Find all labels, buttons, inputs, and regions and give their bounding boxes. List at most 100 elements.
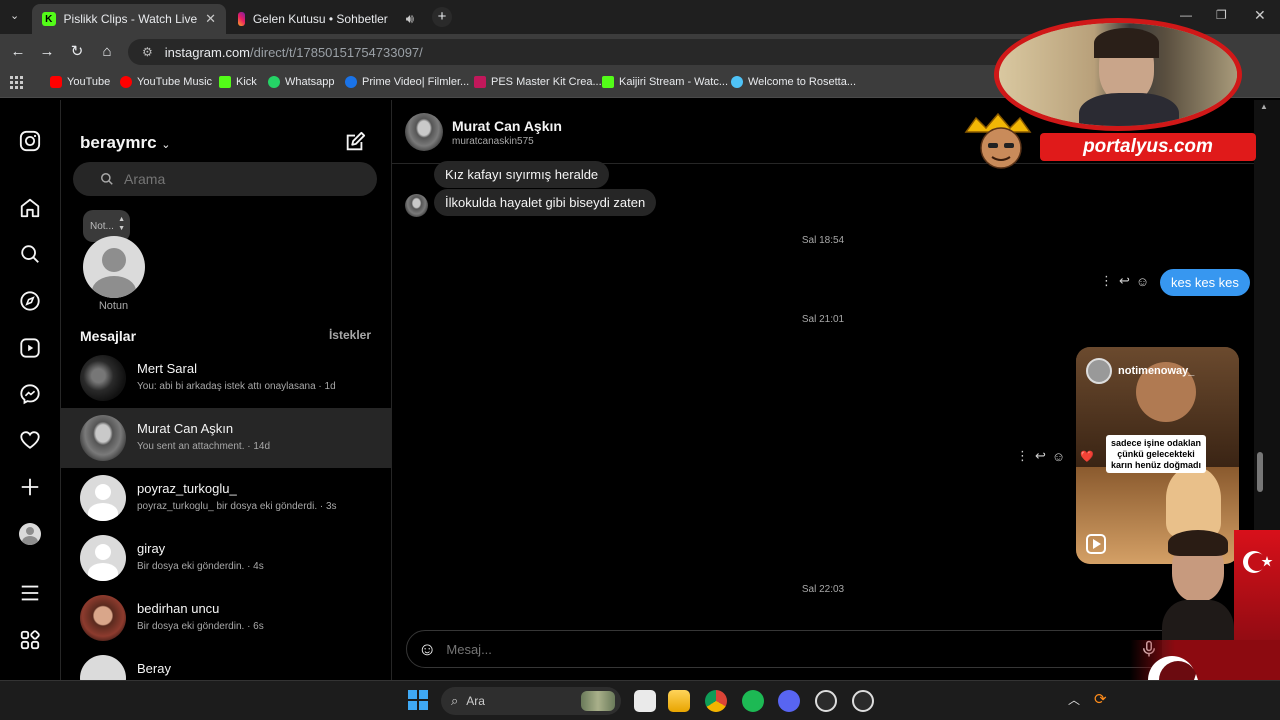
message-timestamp: Sal 22:03 bbox=[801, 584, 845, 595]
discord-icon[interactable] bbox=[778, 690, 800, 712]
incoming-message: Kız kafayı sıyırmış heralde bbox=[434, 161, 610, 188]
media-player-icon[interactable] bbox=[852, 690, 874, 712]
new-tab-button[interactable]: + bbox=[432, 7, 452, 27]
obs-icon[interactable] bbox=[815, 690, 837, 712]
minimize-icon[interactable]: — bbox=[1180, 8, 1192, 22]
close-window-icon[interactable]: ✕ bbox=[1254, 7, 1266, 24]
chat-contact-name[interactable]: Murat Can Aşkın bbox=[452, 118, 562, 134]
tab-title: Gelen Kutusu • Sohbetler bbox=[252, 12, 388, 26]
rosetta-icon bbox=[731, 76, 743, 88]
message-actions: ⋮ ↩ ☺ bbox=[1100, 273, 1149, 289]
bookmark-youtube[interactable]: YouTube bbox=[50, 76, 110, 88]
url-field[interactable]: ⚙ instagram.com/direct/t/178501517547330… bbox=[128, 39, 1128, 65]
explore-icon[interactable] bbox=[19, 290, 41, 312]
speaker-icon[interactable]: 🔊︎ bbox=[406, 11, 414, 27]
message-timestamp: Sal 18:54 bbox=[801, 235, 845, 246]
conversation-item[interactable]: poyraz_turkoglu_ poyraz_turkoglu_ bir do… bbox=[61, 468, 392, 528]
threads-grid-icon[interactable] bbox=[19, 629, 41, 651]
scroll-thumb[interactable] bbox=[1257, 452, 1263, 492]
taskbar-search[interactable]: ⌕ Ara bbox=[441, 687, 621, 715]
chevron-down-icon: ⌄ bbox=[161, 139, 171, 151]
new-message-icon[interactable] bbox=[344, 131, 366, 153]
tab-kick[interactable]: K Pislikk Clips - Watch Live on Kic ✕ bbox=[32, 4, 226, 34]
apps-grid-icon[interactable] bbox=[10, 76, 23, 89]
task-view-icon[interactable] bbox=[634, 690, 656, 712]
reels-icon[interactable] bbox=[19, 337, 41, 359]
reload-icon[interactable]: ↻ bbox=[68, 43, 86, 61]
avatar[interactable] bbox=[405, 113, 443, 151]
home-icon[interactable] bbox=[19, 197, 41, 219]
conversation-preview: You sent an attachment. · 14d bbox=[137, 441, 271, 452]
react-emoji-icon[interactable]: ☺ bbox=[1136, 274, 1149, 289]
bookmark-pes-master[interactable]: PES Master Kit Crea... bbox=[474, 76, 602, 88]
bookmark-rosetta[interactable]: Welcome to Rosetta... bbox=[731, 76, 856, 88]
bookmark-kaijiri[interactable]: Kaijiri Stream - Watc... bbox=[602, 76, 728, 88]
maximize-icon[interactable]: ❐ bbox=[1216, 8, 1227, 22]
site-info-icon[interactable]: ⚙ bbox=[142, 45, 153, 59]
reply-icon[interactable]: ↩ bbox=[1119, 273, 1130, 289]
close-icon[interactable]: ✕ bbox=[205, 11, 216, 27]
tab-title: Pislikk Clips - Watch Live on Kic bbox=[63, 12, 198, 26]
system-tray-chevron-icon[interactable]: ︿ bbox=[1068, 691, 1080, 708]
home-icon[interactable]: ⌂ bbox=[98, 43, 116, 61]
tab-instagram[interactable]: Gelen Kutusu • Sohbetler 🔊︎ bbox=[228, 4, 424, 34]
conversation-item[interactable]: bedirhan uncu Bir dosya eki gönderdin. ·… bbox=[61, 588, 392, 648]
message-input[interactable] bbox=[446, 641, 1097, 657]
menu-icon[interactable] bbox=[19, 582, 41, 604]
instagram-logo-icon[interactable] bbox=[19, 130, 41, 152]
chrome-icon[interactable] bbox=[705, 690, 727, 712]
messenger-icon[interactable] bbox=[19, 383, 41, 405]
search-highlight-icon bbox=[581, 691, 615, 711]
reply-icon[interactable]: ↩ bbox=[1035, 448, 1046, 464]
scroll-up-icon[interactable]: ▲ bbox=[1260, 102, 1268, 111]
forward-icon[interactable]: → bbox=[38, 43, 56, 61]
tab-list-dropdown-icon[interactable]: ⌄ bbox=[10, 9, 24, 23]
heart-icon[interactable] bbox=[19, 429, 41, 451]
url-host: instagram.com bbox=[164, 44, 251, 60]
requests-link[interactable]: İstekler bbox=[329, 328, 371, 342]
outgoing-message: kes kes kes bbox=[1160, 269, 1250, 296]
kick-icon bbox=[219, 76, 231, 88]
more-options-icon[interactable]: ⋮ bbox=[1016, 448, 1029, 464]
avatar bbox=[1086, 358, 1112, 384]
conversation-name: Beray bbox=[137, 661, 171, 676]
bookmark-kick[interactable]: Kick bbox=[219, 76, 257, 88]
chat-contact-handle: muratcanaskin575 bbox=[452, 136, 534, 147]
search-box[interactable] bbox=[73, 162, 377, 196]
profile-avatar[interactable] bbox=[19, 523, 41, 545]
conversation-item[interactable]: Mert Saral You: abi bi arkadaş istek att… bbox=[61, 348, 392, 408]
conversation-item[interactable]: Beray bbox=[61, 648, 392, 680]
conversation-item[interactable]: Murat Can Aşkın You sent an attachment. … bbox=[61, 408, 392, 468]
sync-icon[interactable]: ⟳ bbox=[1094, 690, 1107, 708]
spotify-icon[interactable] bbox=[742, 690, 764, 712]
create-plus-icon[interactable] bbox=[19, 476, 41, 498]
search-icon[interactable] bbox=[19, 243, 41, 265]
emoji-icon[interactable]: ☺ bbox=[418, 639, 436, 660]
windows-taskbar: ⌕ Ara ︿ ⟳ bbox=[0, 680, 1280, 720]
search-input[interactable] bbox=[124, 171, 364, 187]
avatar bbox=[80, 595, 126, 641]
instagram-icon bbox=[238, 12, 245, 26]
conversation-name: Murat Can Aşkın bbox=[137, 421, 234, 436]
account-switcher[interactable]: beraymrc ⌄ bbox=[80, 133, 171, 153]
windows-start-icon[interactable] bbox=[408, 690, 428, 710]
react-emoji-icon[interactable]: ☺ bbox=[1052, 449, 1065, 464]
conversation-item[interactable]: giray Bir dosya eki gönderdin. · 4s bbox=[61, 528, 392, 588]
url-path: /direct/t/17850151754733097/ bbox=[250, 44, 423, 60]
bookmark-prime-video[interactable]: Prime Video| Filmler... bbox=[345, 76, 469, 88]
bookmark-youtube-music[interactable]: YouTube Music bbox=[120, 76, 212, 88]
bookmark-whatsapp[interactable]: Whatsapp bbox=[268, 76, 335, 88]
conversation-preview: You: abi bi arkadaş istek attı onaylasan… bbox=[137, 381, 336, 392]
note-avatar[interactable] bbox=[83, 236, 145, 298]
brand-banner: portalyus.com bbox=[1040, 133, 1256, 161]
conversation-name: poyraz_turkoglu_ bbox=[137, 481, 237, 496]
youtube-music-icon bbox=[120, 76, 132, 88]
conversation-name: bedirhan uncu bbox=[137, 601, 220, 616]
avatar bbox=[80, 415, 126, 461]
file-explorer-icon[interactable] bbox=[668, 690, 690, 712]
reels-icon bbox=[1086, 534, 1106, 554]
more-options-icon[interactable]: ⋮ bbox=[1100, 273, 1113, 289]
avatar bbox=[405, 194, 428, 217]
whatsapp-icon bbox=[268, 76, 280, 88]
back-icon[interactable]: ← bbox=[9, 43, 27, 61]
